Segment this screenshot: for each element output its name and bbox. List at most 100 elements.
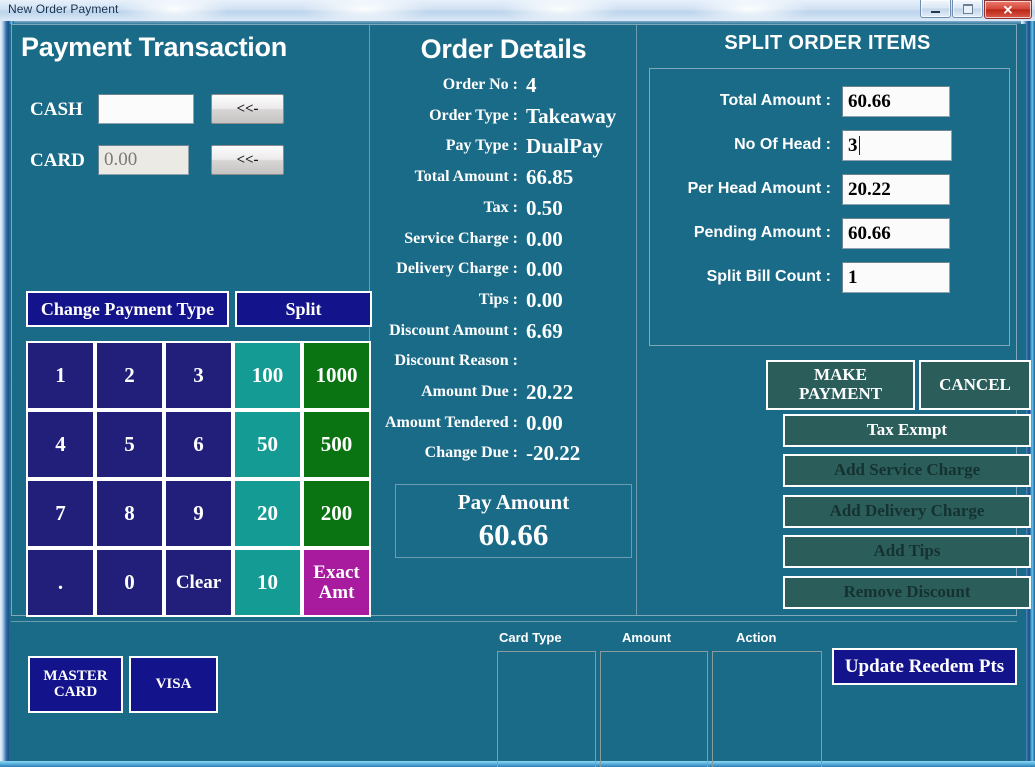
card-grid-header-action: Action [736,630,776,645]
window-titlebar: New Order Payment ✕ [0,0,1035,21]
order-detail-label: Amount Due : [421,383,518,401]
order-detail-label: Total Amount : [415,168,518,186]
card-grid-column-card-type[interactable] [497,651,596,767]
split-field-input[interactable]: 60.66 [842,218,950,249]
split-field-label: Per Head Amount : [649,180,831,198]
split-field-label: Total Amount : [649,92,831,110]
keypad-key-6[interactable]: 6 [164,410,233,479]
order-detail-label: Tax : [483,199,518,217]
keypad-key-2[interactable]: 2 [95,341,164,410]
maximize-button[interactable] [952,0,983,18]
order-detail-label: Service Charge : [404,230,518,248]
split-field-input[interactable]: 20.22 [842,174,950,205]
keypad-key-clear[interactable]: Clear [164,548,233,617]
order-detail-value: 0.00 [526,288,563,313]
make-payment-button[interactable]: MAKE PAYMENT [766,360,915,410]
maximize-icon [963,4,973,14]
keypad-key-8[interactable]: 8 [95,479,164,548]
keypad-key-5[interactable]: 5 [95,410,164,479]
keypad-key-10[interactable]: 10 [233,548,302,617]
order-detail-value: 20.22 [526,380,573,405]
order-detail-label: Discount Amount : [389,322,518,340]
order-detail-row: Service Charge : 0.00 [371,230,636,254]
card-grid-header-amount: Amount [622,630,671,645]
order-detail-row: Order No :4 [371,76,636,100]
order-detail-value: -20.22 [526,441,580,466]
close-button[interactable]: ✕ [984,0,1032,19]
card-grid-column-action[interactable] [712,651,822,767]
change-payment-type-button[interactable]: Change Payment Type [26,291,229,327]
cash-back-button[interactable]: <<- [211,94,284,124]
pay-amount-box: Pay Amount 60.66 [395,484,632,558]
keypad-key-9[interactable]: 9 [164,479,233,548]
payment-heading: Payment Transaction [21,32,287,63]
add-delivery-charge-button[interactable]: Add Delivery Charge [783,495,1031,528]
text-caret [859,136,860,155]
keypad-key-50[interactable]: 50 [233,410,302,479]
close-icon: ✕ [985,3,1031,16]
bottom-strip: Card Type Amount Action Update Reedem Pt… [9,622,1017,761]
keypad-key-100[interactable]: 100 [233,341,302,410]
keypad-key-4[interactable]: 4 [26,410,95,479]
order-detail-row: Order Type : Takeaway [371,107,636,131]
keypad-key-exact-amt[interactable]: Exact Amt [302,548,371,617]
payment-window: New Order Payment ✕ Payment Transaction … [0,0,1035,767]
numeric-keypad: 1231001000 45650500 78920200.0Clear10Exact… [26,341,372,626]
split-field-input[interactable]: 1 [842,262,950,293]
order-detail-label: Tips : [479,291,518,309]
keypad-key-500[interactable]: 500 [302,410,371,479]
add-service-charge-button[interactable]: Add Service Charge [783,454,1031,487]
keypad-key-20[interactable]: 20 [233,479,302,548]
payment-transaction-panel: Payment Transaction CASH <<- CARD 0.00 <… [9,24,369,616]
order-detail-label: Order Type : [429,107,518,125]
minimize-button[interactable] [920,0,951,18]
cash-input[interactable] [98,94,194,124]
keypad-key-200[interactable]: 200 [302,479,371,548]
keypad-key-1[interactable]: 1 [26,341,95,410]
split-order-fields: Total Amount : 60.66 No Of Head : 3 Per Head… [649,68,1010,346]
cash-label: CASH [30,99,83,121]
pay-amount-label: Pay Amount [458,490,569,515]
split-field-label: Split Bill Count : [649,268,831,286]
order-detail-value: 0.00 [526,411,563,436]
order-detail-label: Pay Type : [446,137,518,155]
cancel-button[interactable]: CANCEL [919,360,1031,410]
order-detail-row: Amount Due : 20.22 [371,383,636,407]
split-order-heading: SPLIT ORDER ITEMS [638,32,1017,55]
order-detail-row: Discount Reason : [371,352,636,376]
split-field-input[interactable]: 3 [842,130,952,161]
card-label: CARD [30,150,85,172]
keypad-key-[interactable]: . [26,548,95,617]
card-grid-column-amount[interactable] [600,651,708,767]
split-order-panel: SPLIT ORDER ITEMS Total Amount : 60.66 No … [638,24,1017,616]
order-detail-row: Pay Type : DualPay [371,137,636,161]
add-tips-button[interactable]: Add Tips [783,535,1031,568]
order-detail-row: Amount Tendered : 0.00 [371,414,636,438]
order-details-panel: Order Details Order No :4Order Type :Tak… [371,24,636,616]
order-detail-label: Delivery Charge : [396,260,518,278]
update-reedem-pts-button[interactable]: Update Reedem Pts [832,648,1017,685]
order-detail-value: DualPay [526,134,603,159]
window-controls: ✕ [919,0,1032,19]
order-detail-label: Order No : [443,76,518,94]
keypad-key-1000[interactable]: 1000 [302,341,371,410]
keypad-key-0[interactable]: 0 [95,548,164,617]
keypad-key-3[interactable]: 3 [164,341,233,410]
split-field-label: No Of Head : [649,136,831,154]
keypad-key-7[interactable]: 7 [26,479,95,548]
remove-discount-button[interactable]: Remove Discount [783,576,1031,609]
minimize-icon [931,11,940,13]
split-button[interactable]: Split [235,291,372,327]
card-back-button[interactable]: <<- [211,145,284,175]
tax-exmpt-button[interactable]: Tax Exmpt [783,414,1031,447]
order-detail-label: Amount Tendered : [385,414,518,432]
order-detail-row: Change Due :-20.22 [371,444,636,468]
client-area: Payment Transaction CASH <<- CARD 0.00 <… [9,24,1026,761]
card-input[interactable]: 0.00 [98,145,189,175]
order-detail-value: 0.00 [526,257,563,282]
order-detail-value: 0.00 [526,227,563,252]
order-detail-value: 66.85 [526,165,573,190]
order-detail-value: 6.69 [526,319,563,344]
split-field-input[interactable]: 60.66 [842,86,950,117]
order-detail-value: Takeaway [526,104,616,129]
